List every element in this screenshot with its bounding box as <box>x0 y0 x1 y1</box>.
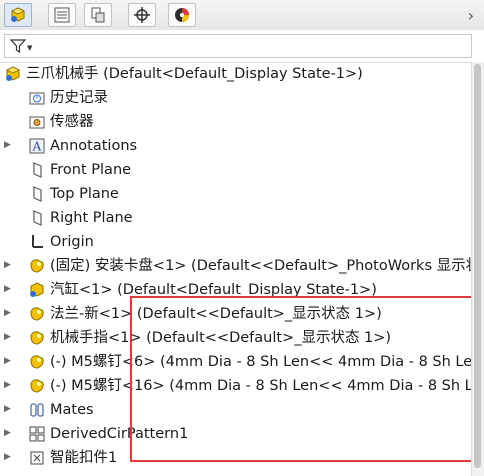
property-list-icon <box>54 7 70 23</box>
plane-icon <box>28 185 46 203</box>
manager-tabbar: › <box>0 0 484 31</box>
plane-icon <box>28 161 46 179</box>
tree-item-label: (固定) 安装卡盘<1> (Default<<Default>_PhotoWor… <box>50 258 472 274</box>
tree-item-label: 法兰-新<1> (Default<<Default>_显示状态 1>) <box>50 306 382 322</box>
pattern-icon <box>28 425 46 443</box>
smart-fastener-icon <box>28 449 46 467</box>
tree-item-annotations[interactable]: ▶ A Annotations <box>0 134 472 158</box>
expand-arrow-icon[interactable]: ▶ <box>4 140 11 150</box>
vertical-scrollbar[interactable] <box>471 62 484 476</box>
filter-icon[interactable] <box>10 38 26 54</box>
sensor-folder-icon <box>28 113 46 131</box>
tree-item-pattern[interactable]: ▶ DerivedCirPattern1 <box>0 422 472 446</box>
tree-item-label: (-) M5螺钉<16> (4mm Dia - 8 Sh Len<< 4mm D… <box>50 378 472 394</box>
tree-item-right-plane[interactable]: Right Plane <box>0 206 472 230</box>
tree-item-label: 传感器 <box>50 114 94 130</box>
svg-text:A: A <box>32 140 42 154</box>
tree-item-label: 机械手指<1> (Default<<Default>_显示状态 1>) <box>50 330 392 346</box>
crosshair-icon <box>134 7 150 23</box>
tree-item-label: Origin <box>50 234 94 250</box>
tree-item-label: Annotations <box>50 138 138 154</box>
feature-tree: 三爪机械手 (Default<Default_Display State-1>)… <box>0 62 473 476</box>
expand-arrow-icon[interactable]: ▶ <box>4 332 11 342</box>
part-icon <box>28 353 46 371</box>
tree-item-label: 历史记录 <box>50 90 108 106</box>
part-icon <box>28 305 46 323</box>
configurationmanager-tab[interactable] <box>84 3 112 27</box>
expand-arrow-icon[interactable]: ▶ <box>4 428 11 438</box>
configuration-icon <box>91 7 105 23</box>
expand-arrow-icon[interactable]: ▶ <box>4 284 11 294</box>
tree-item-component[interactable]: ▶ 机械手指<1> (Default<<Default>_显示状态 1>) <box>0 326 472 350</box>
tree-root[interactable]: 三爪机械手 (Default<Default_Display State-1>) <box>0 62 472 86</box>
tree-item-component[interactable]: ▶ (-) M5螺钉<16> (4mm Dia - 8 Sh Len<< 4mm… <box>0 374 472 398</box>
part-icon <box>28 329 46 347</box>
mates-icon <box>28 401 46 419</box>
tree-root-label: 三爪机械手 (Default<Default_Display State-1>) <box>26 66 363 82</box>
expand-arrow-icon[interactable]: ▶ <box>4 260 11 270</box>
tree-item-label: Front Plane <box>50 162 132 178</box>
filter-input[interactable]: ▼ <box>4 34 472 58</box>
scrollbar-thumb[interactable] <box>474 64 481 468</box>
tree-item-mates[interactable]: ▶ Mates <box>0 398 472 422</box>
chevron-right-icon[interactable]: › <box>468 6 474 25</box>
chevron-down-icon[interactable]: ▼ <box>27 44 32 52</box>
tree-item-label: (-) M5螺钉<6> (4mm Dia - 8 Sh Len<< 4mm Di… <box>50 354 472 370</box>
annotations-icon: A <box>28 137 46 155</box>
plane-icon <box>28 209 46 227</box>
tree-item-label: 智能扣件1 <box>50 450 118 466</box>
dimxpert-tab[interactable] <box>128 3 156 27</box>
propertymanager-tab[interactable] <box>48 3 76 27</box>
tree-item-component[interactable]: ▶ 汽缸<1> (Default<Default_Display State-1… <box>0 278 472 302</box>
tree-item-sensors[interactable]: 传感器 <box>0 110 472 134</box>
filter-bar: ▼ <box>0 30 484 63</box>
tree-item-label: Top Plane <box>50 186 119 202</box>
tree-item-component[interactable]: ▶ (固定) 安装卡盘<1> (Default<<Default>_PhotoW… <box>0 254 472 278</box>
assembly-icon <box>4 65 22 83</box>
tree-item-front-plane[interactable]: Front Plane <box>0 158 472 182</box>
tree-item-label: DerivedCirPattern1 <box>50 426 189 442</box>
tree-item-top-plane[interactable]: Top Plane <box>0 182 472 206</box>
tree-item-component[interactable]: ▶ (-) M5螺钉<6> (4mm Dia - 8 Sh Len<< 4mm … <box>0 350 472 374</box>
tree-item-label: Right Plane <box>50 210 133 226</box>
feature-tree-icon <box>11 7 25 22</box>
part-icon <box>28 377 46 395</box>
tree-item-smart-fastener[interactable]: ▶ 智能扣件1 <box>0 446 472 470</box>
origin-icon <box>28 233 46 251</box>
tree-item-component[interactable]: ▶ 法兰-新<1> (Default<<Default>_显示状态 1>) <box>0 302 472 326</box>
display-manager-tab[interactable] <box>168 3 196 27</box>
appearance-sphere-icon <box>175 8 189 22</box>
expand-arrow-icon[interactable]: ▶ <box>4 356 11 366</box>
expand-arrow-icon[interactable]: ▶ <box>4 380 11 390</box>
tree-item-history[interactable]: 历史记录 <box>0 86 472 110</box>
tree-item-label: 汽缸<1> (Default<Default_Display State-1>) <box>50 282 377 298</box>
tree-item-origin[interactable]: Origin <box>0 230 472 254</box>
tree-item-label: Mates <box>50 402 94 418</box>
expand-arrow-icon[interactable]: ▶ <box>4 404 11 414</box>
subassembly-icon <box>28 281 46 299</box>
expand-arrow-icon[interactable]: ▶ <box>4 452 11 462</box>
history-folder-icon <box>28 89 46 107</box>
part-icon <box>28 257 46 275</box>
expand-arrow-icon[interactable]: ▶ <box>4 308 11 318</box>
featuremanager-tab[interactable] <box>4 3 32 27</box>
